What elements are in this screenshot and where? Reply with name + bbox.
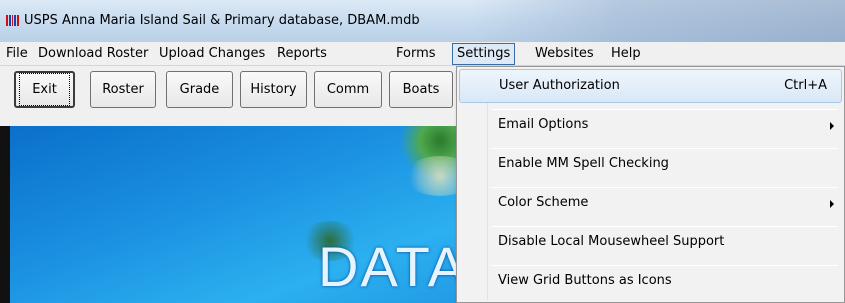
settings-dropdown: User Authorization Ctrl+A Email Options … — [456, 66, 845, 303]
title-bar-glow — [470, 0, 845, 42]
comm-button[interactable]: Comm — [314, 71, 382, 108]
history-button-label: History — [250, 82, 297, 97]
menu-settings[interactable]: Settings — [452, 43, 516, 65]
menu-item-color-scheme[interactable]: Color Scheme — [459, 187, 842, 221]
menu-item-label: User Authorization — [499, 78, 620, 93]
roster-button[interactable]: Roster — [90, 71, 156, 108]
exit-button[interactable]: Exit — [14, 71, 75, 108]
boats-button[interactable]: Boats — [389, 71, 453, 108]
menu-bar: File Download Roster Upload Changes Repo… — [0, 42, 845, 66]
menu-websites[interactable]: Websites — [535, 46, 594, 61]
app-barcode-icon[interactable] — [6, 15, 19, 26]
grade-button-label: Grade — [179, 82, 220, 97]
menu-item-view-grid-buttons-as-icons[interactable]: View Grid Buttons as Icons — [459, 265, 842, 299]
menu-reports[interactable]: Reports — [277, 46, 327, 61]
menu-file[interactable]: File — [6, 46, 28, 61]
banner-text: DATA — [318, 235, 468, 298]
menu-item-disable-local-mousewheel-support[interactable]: Disable Local Mousewheel Support — [459, 226, 842, 260]
menu-download-roster[interactable]: Download Roster — [38, 46, 148, 61]
menu-item-user-authorization[interactable]: User Authorization Ctrl+A — [459, 69, 842, 103]
menu-item-label: Disable Local Mousewheel Support — [498, 234, 725, 249]
history-button[interactable]: History — [240, 71, 307, 108]
submenu-arrow-icon — [830, 122, 834, 130]
left-border — [0, 126, 10, 303]
menu-item-label: Enable MM Spell Checking — [498, 156, 669, 171]
menu-help[interactable]: Help — [611, 46, 641, 61]
roster-button-label: Roster — [102, 82, 144, 97]
menu-upload-changes[interactable]: Upload Changes — [159, 46, 265, 61]
menu-item-label: Color Scheme — [498, 195, 589, 210]
menu-item-label: Email Options — [498, 117, 589, 132]
window-title: USPS Anna Maria Island Sail & Primary da… — [24, 13, 420, 28]
exit-button-label: Exit — [19, 73, 70, 106]
comm-button-label: Comm — [326, 82, 370, 97]
menu-item-email-options[interactable]: Email Options — [459, 109, 842, 143]
menu-item-shortcut: Ctrl+A — [784, 78, 827, 93]
window-title-bar[interactable]: USPS Anna Maria Island Sail & Primary da… — [0, 0, 845, 42]
grade-button[interactable]: Grade — [166, 71, 233, 108]
menu-item-enable-mm-spell-checking[interactable]: Enable MM Spell Checking — [459, 148, 842, 182]
submenu-arrow-icon — [830, 200, 834, 208]
menu-item-label: View Grid Buttons as Icons — [498, 273, 672, 288]
menu-forms[interactable]: Forms — [396, 46, 436, 61]
boats-button-label: Boats — [402, 82, 440, 97]
